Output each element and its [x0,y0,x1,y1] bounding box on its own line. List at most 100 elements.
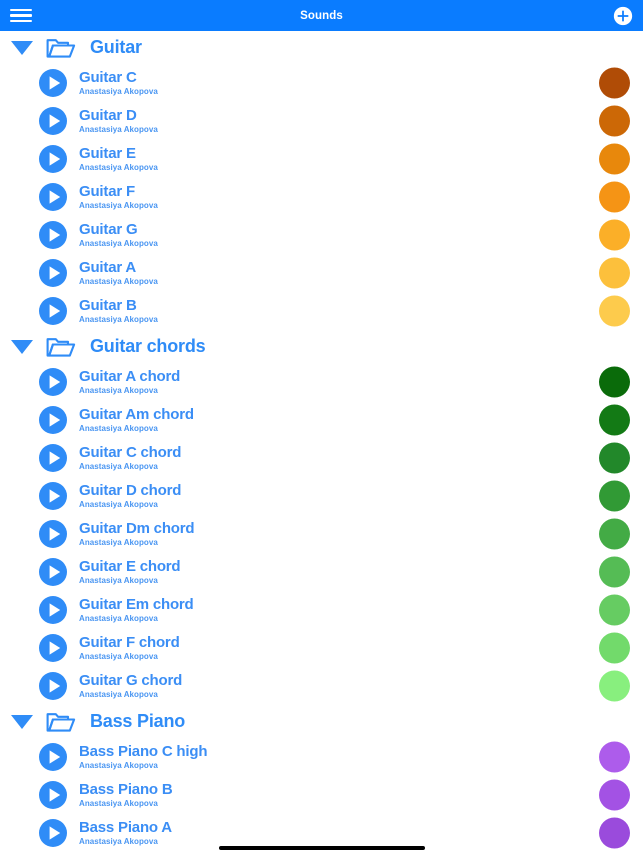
color-swatch[interactable] [599,219,630,251]
color-swatch[interactable] [599,105,630,137]
play-circle-icon[interactable] [38,595,68,625]
color-swatch[interactable] [599,741,630,773]
group-header[interactable]: Guitar chords [0,330,643,363]
play-circle-icon[interactable] [38,405,68,435]
sound-row-texts: Bass Piano C high Anastasiya Akopova [79,744,207,770]
play-circle-icon[interactable] [38,144,68,174]
group-header[interactable]: Bass Piano [0,705,643,738]
color-swatch[interactable] [599,817,630,849]
sound-title: Guitar F [79,183,135,200]
sound-row-texts: Guitar C Anastasiya Akopova [79,70,158,96]
sound-artist: Anastasiya Akopova [79,163,158,172]
color-swatch[interactable] [599,366,630,398]
play-circle-icon[interactable] [38,671,68,701]
play-circle-icon[interactable] [38,367,68,397]
sound-title: Guitar C [79,69,137,86]
sound-row-texts: Guitar G chord Anastasiya Akopova [79,673,182,699]
play-circle-icon[interactable] [38,557,68,587]
play-circle-icon[interactable] [38,106,68,136]
sound-artist: Anastasiya Akopova [79,614,158,623]
sound-row-texts: Guitar Am chord Anastasiya Akopova [79,407,194,433]
play-circle-icon[interactable] [38,443,68,473]
sound-row[interactable]: Guitar C Anastasiya Akopova [0,64,643,102]
sound-row-texts: Guitar D chord Anastasiya Akopova [79,483,181,509]
sound-artist: Anastasiya Akopova [79,538,158,547]
triangle-down-icon[interactable] [11,40,33,55]
sound-artist: Anastasiya Akopova [79,690,158,699]
play-circle-icon[interactable] [38,481,68,511]
sound-row[interactable]: Guitar Am chord Anastasiya Akopova [0,401,643,439]
sound-row[interactable]: Guitar G chord Anastasiya Akopova [0,667,643,705]
folder-open-icon [46,37,76,59]
sound-row[interactable]: Guitar C chord Anastasiya Akopova [0,439,643,477]
group-title: Guitar chords [90,336,206,356]
play-circle-icon[interactable] [38,780,68,810]
sound-artist: Anastasiya Akopova [79,837,158,846]
sound-row[interactable]: Bass Piano C high Anastasiya Akopova [0,738,643,776]
sound-artist: Anastasiya Akopova [79,500,158,509]
add-circle-icon[interactable] [612,5,634,27]
group-header[interactable]: Guitar [0,31,643,64]
sound-title: Bass Piano C high [79,743,208,760]
color-swatch[interactable] [599,480,630,512]
play-circle-icon[interactable] [38,220,68,250]
color-swatch[interactable] [599,67,630,99]
sound-row[interactable]: Guitar E chord Anastasiya Akopova [0,553,643,591]
page-title: Sounds [300,9,343,22]
top-app-bar: Sounds [0,0,643,31]
sound-row-texts: Guitar Dm chord Anastasiya Akopova [79,521,195,547]
group-title: Guitar [90,37,142,57]
color-swatch[interactable] [599,518,630,550]
sound-artist: Anastasiya Akopova [79,87,158,96]
sound-row[interactable]: Guitar A Anastasiya Akopova [0,254,643,292]
sound-title: Guitar G [79,221,138,238]
sound-row[interactable]: Guitar E Anastasiya Akopova [0,140,643,178]
sound-row[interactable]: Guitar A chord Anastasiya Akopova [0,363,643,401]
color-swatch[interactable] [599,404,630,436]
hamburger-menu-icon[interactable] [10,8,32,24]
sound-title: Guitar A [79,259,137,276]
color-swatch[interactable] [599,632,630,664]
color-swatch[interactable] [599,181,630,213]
sound-row[interactable]: Guitar Dm chord Anastasiya Akopova [0,515,643,553]
sound-artist: Anastasiya Akopova [79,201,158,210]
sound-row-texts: Guitar E Anastasiya Akopova [79,146,158,172]
sound-row[interactable]: Guitar F Anastasiya Akopova [0,178,643,216]
sound-row[interactable]: Guitar D Anastasiya Akopova [0,102,643,140]
play-circle-icon[interactable] [38,296,68,326]
sound-row-texts: Guitar D Anastasiya Akopova [79,108,158,134]
color-swatch[interactable] [599,779,630,811]
triangle-down-icon[interactable] [11,714,33,729]
color-swatch[interactable] [599,670,630,702]
sound-row[interactable]: Guitar F chord Anastasiya Akopova [0,629,643,667]
color-swatch[interactable] [599,295,630,327]
sound-row-texts: Guitar Em chord Anastasiya Akopova [79,597,194,623]
play-circle-icon[interactable] [38,519,68,549]
sound-row-texts: Guitar A chord Anastasiya Akopova [79,369,180,395]
app-root: Sounds Guitar Guitar C Anastasiya Akopova G… [0,0,643,858]
play-circle-icon[interactable] [38,633,68,663]
color-swatch[interactable] [599,143,630,175]
sound-artist: Anastasiya Akopova [79,652,158,661]
sound-row[interactable]: Guitar B Anastasiya Akopova [0,292,643,330]
play-circle-icon[interactable] [38,742,68,772]
sound-artist: Anastasiya Akopova [79,462,158,471]
sound-title: Bass Piano B [79,781,173,798]
sound-row[interactable]: Guitar D chord Anastasiya Akopova [0,477,643,515]
color-swatch[interactable] [599,594,630,626]
sound-row-texts: Guitar C chord Anastasiya Akopova [79,445,181,471]
hamburger-bar [10,14,32,17]
color-swatch[interactable] [599,257,630,289]
play-circle-icon[interactable] [38,182,68,212]
sound-row[interactable]: Bass Piano B Anastasiya Akopova [0,776,643,814]
play-circle-icon[interactable] [38,258,68,288]
sound-title: Guitar E [79,145,136,162]
color-swatch[interactable] [599,442,630,474]
triangle-down-icon[interactable] [11,339,33,354]
sound-row[interactable]: Guitar G Anastasiya Akopova [0,216,643,254]
color-swatch[interactable] [599,556,630,588]
sound-row[interactable]: Guitar Em chord Anastasiya Akopova [0,591,643,629]
play-circle-icon[interactable] [38,68,68,98]
play-circle-icon[interactable] [38,818,68,848]
sound-artist: Anastasiya Akopova [79,239,158,248]
